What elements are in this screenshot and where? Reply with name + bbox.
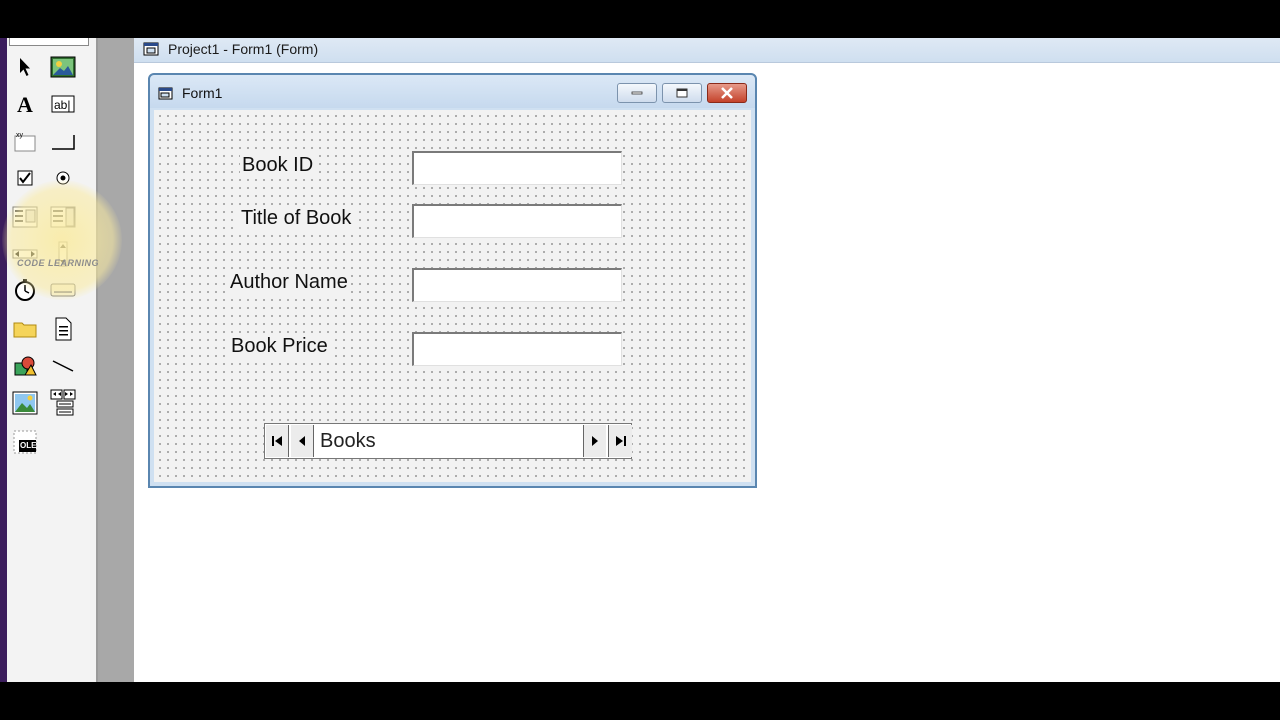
label-tool-icon[interactable]: A xyxy=(11,90,39,118)
book-price-textbox[interactable] xyxy=(412,332,622,366)
form1-title: Form1 xyxy=(182,85,223,101)
form1-window[interactable]: Form1 Book ID Title of Book Author Name xyxy=(148,73,757,488)
books-data-control[interactable]: Books xyxy=(264,423,632,459)
minimize-icon xyxy=(631,91,643,95)
project-window-titlebar[interactable]: Project1 - Form1 (Form) xyxy=(134,38,1280,63)
checkbox-tool-icon[interactable] xyxy=(11,164,39,192)
data-tool-icon[interactable] xyxy=(49,389,77,417)
move-next-icon xyxy=(592,436,598,446)
shape-tool-icon[interactable] xyxy=(11,352,39,380)
form1-design-surface[interactable]: Book ID Title of Book Author Name Book P… xyxy=(154,110,751,482)
close-icon xyxy=(721,87,733,99)
filelistbox-tool-icon[interactable] xyxy=(49,315,77,343)
mdi-background xyxy=(98,38,134,682)
title-of-book-label: Title of Book xyxy=(239,207,354,230)
pointer-tool-icon[interactable] xyxy=(11,53,39,81)
image-tool-icon[interactable] xyxy=(11,389,39,417)
svg-text:ab|: ab| xyxy=(54,98,70,112)
title-of-book-textbox[interactable] xyxy=(412,204,622,238)
optionbutton-tool-icon[interactable] xyxy=(49,164,77,192)
project-window-title: Project1 - Form1 (Form) xyxy=(168,41,319,57)
project-form-designer-window: Project1 - Form1 (Form) Form1 Book ID Ti… xyxy=(134,38,1280,682)
minimize-button[interactable] xyxy=(617,83,657,103)
maximize-button[interactable] xyxy=(662,83,702,103)
combobox-tool-icon[interactable] xyxy=(11,203,39,231)
frame-tool-icon[interactable]: xy xyxy=(11,128,39,156)
author-name-label: Author Name xyxy=(228,271,350,294)
drivelistbox-tool-icon[interactable] xyxy=(49,276,77,304)
ole-tool-label: OLE xyxy=(20,441,37,450)
move-last-icon xyxy=(615,436,626,446)
form-icon xyxy=(158,87,173,105)
book-id-textbox[interactable] xyxy=(412,151,622,185)
form-window-icon xyxy=(143,42,159,61)
toolbox: A ab| xy OLE xyxy=(7,38,98,682)
move-last-button[interactable] xyxy=(608,425,632,457)
close-button[interactable] xyxy=(707,83,747,103)
timer-tool-icon[interactable] xyxy=(11,276,39,304)
data-control-caption: Books xyxy=(320,430,376,452)
toolbox-header xyxy=(9,38,89,46)
maximize-icon xyxy=(676,88,688,98)
svg-text:xy: xy xyxy=(16,132,24,139)
screen: A ab| xy OLE Project1 - Form1 (Form) For… xyxy=(0,0,1280,720)
dirlistbox-tool-icon[interactable] xyxy=(11,315,39,343)
author-name-textbox[interactable] xyxy=(412,268,622,302)
form1-titlebar[interactable]: Form1 xyxy=(150,75,755,108)
move-first-icon xyxy=(272,436,282,446)
book-id-label: Book ID xyxy=(240,154,316,177)
move-previous-icon xyxy=(299,436,305,446)
svg-text:A: A xyxy=(17,93,33,115)
move-previous-button[interactable] xyxy=(290,425,314,457)
move-first-button[interactable] xyxy=(265,425,289,457)
listbox-tool-icon[interactable] xyxy=(49,203,77,231)
desktop-edge xyxy=(0,38,7,682)
ole-tool-icon[interactable]: OLE xyxy=(11,428,39,456)
line-tool-icon[interactable] xyxy=(49,352,77,380)
textbox-tool-icon[interactable]: ab| xyxy=(49,90,77,118)
vscrollbar-tool-icon[interactable] xyxy=(49,240,77,268)
book-price-label: Book Price xyxy=(229,335,330,358)
commandbutton-tool-icon[interactable] xyxy=(49,128,77,156)
move-next-button[interactable] xyxy=(583,425,607,457)
hscrollbar-tool-icon[interactable] xyxy=(11,240,39,268)
picturebox-tool-icon[interactable] xyxy=(49,53,77,81)
